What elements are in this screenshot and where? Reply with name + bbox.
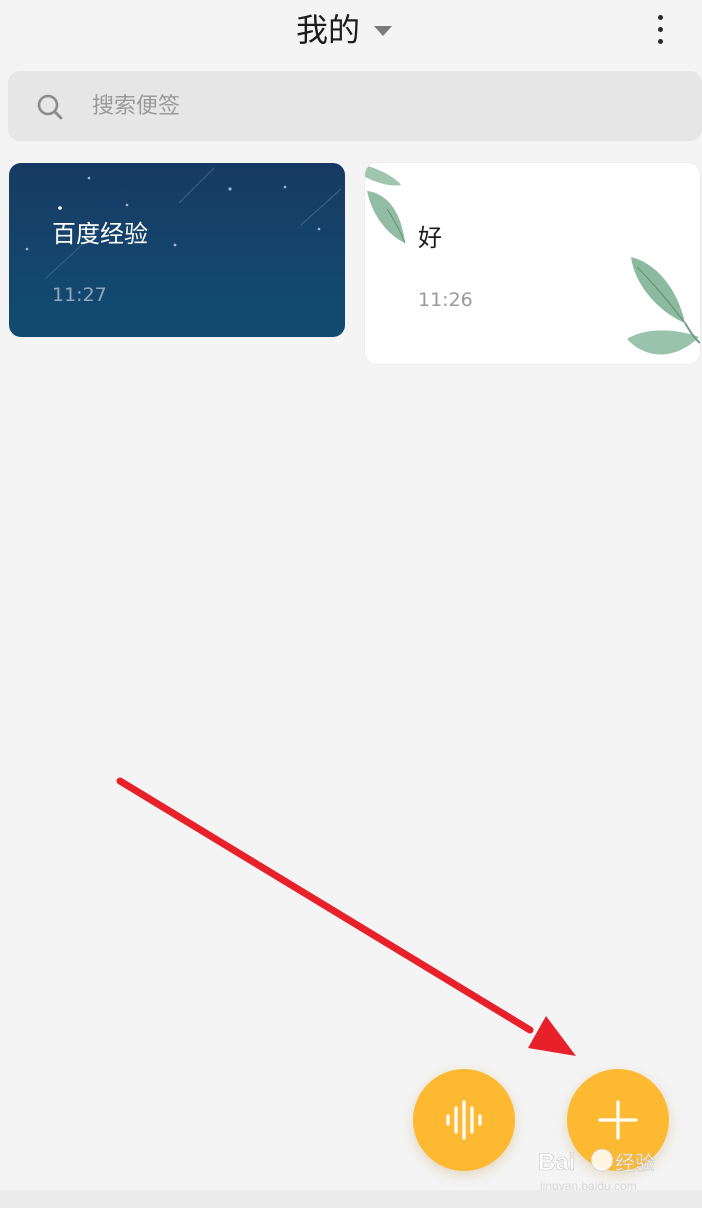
night-sky-background (25, 167, 342, 280)
more-vertical-icon (657, 14, 663, 20)
more-vertical-icon-dot (657, 26, 663, 32)
header: 我的 (0, 0, 702, 60)
note-time: 11:26 (418, 289, 473, 311)
search-input[interactable] (92, 71, 652, 141)
search-bar[interactable] (8, 71, 702, 141)
note-title: 好 (418, 224, 442, 252)
add-note-button[interactable] (567, 1069, 669, 1171)
bottom-edge (0, 1190, 702, 1208)
page-title: 我的 (296, 11, 361, 49)
notes-screen: 我的 百度经验 11:27 (0, 0, 702, 1208)
leaves-background (365, 165, 700, 355)
folder-selector[interactable]: 我的 (296, 6, 393, 54)
voice-note-button[interactable] (413, 1069, 515, 1171)
search-icon (37, 94, 63, 120)
note-card[interactable]: 百度经验 11:27 (9, 163, 345, 337)
note-time: 11:27 (52, 284, 107, 306)
note-card[interactable]: 好 11:26 (365, 163, 700, 364)
plus-icon (598, 1100, 638, 1140)
more-options-button[interactable] (640, 8, 680, 50)
note-title: 百度经验 (52, 220, 148, 248)
more-vertical-icon-dot (657, 38, 663, 44)
svg-text:Bai: Bai (538, 1149, 575, 1176)
waveform-icon (446, 1100, 482, 1140)
caret-down-icon (374, 26, 393, 36)
